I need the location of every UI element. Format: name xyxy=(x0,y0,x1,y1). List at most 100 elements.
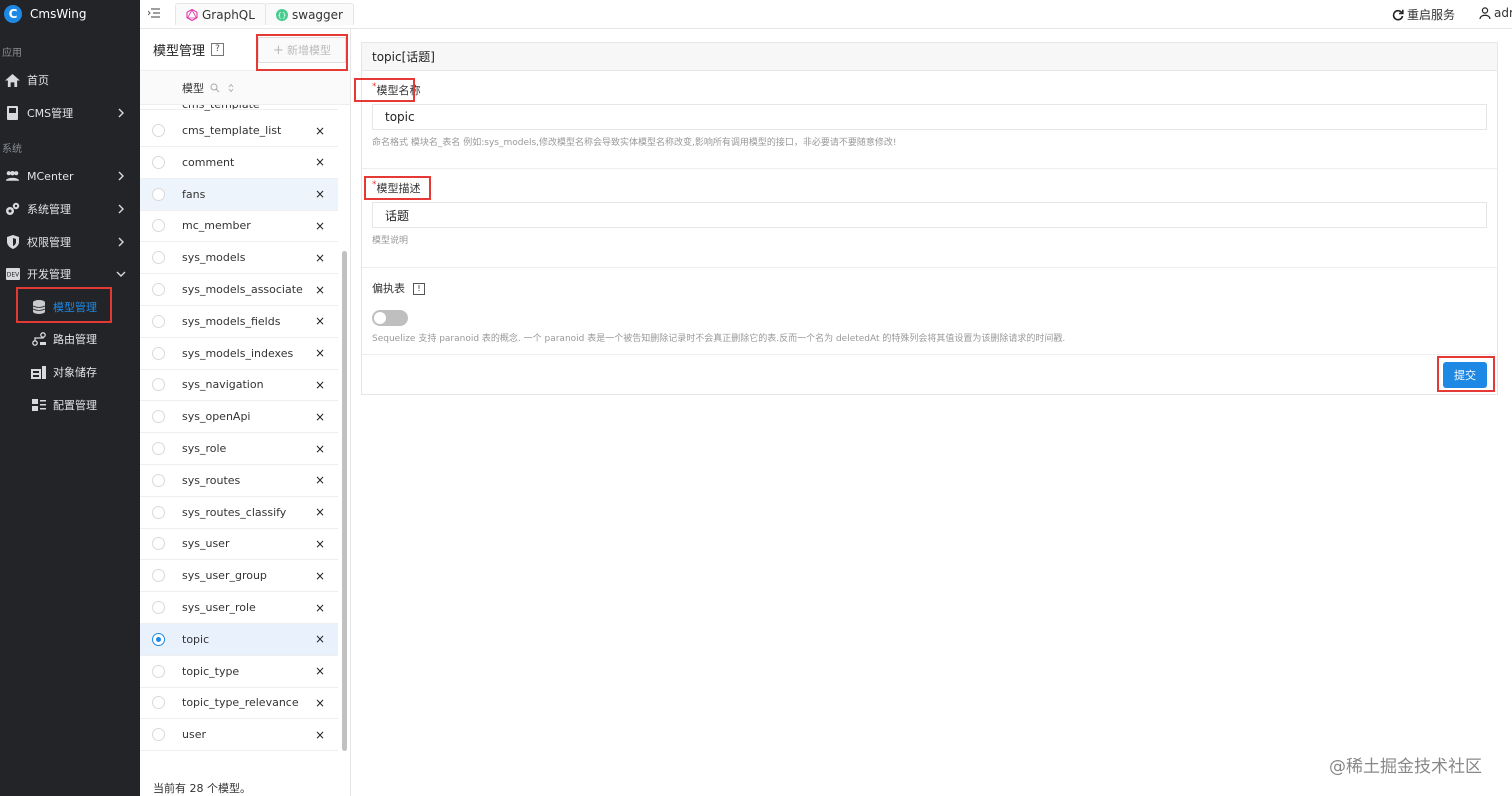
table-row[interactable]: topic × xyxy=(140,623,338,656)
delete-icon[interactable]: × xyxy=(315,696,325,710)
delete-icon[interactable]: × xyxy=(315,251,325,265)
row-radio[interactable] xyxy=(152,378,165,392)
row-radio[interactable] xyxy=(152,664,165,678)
table-row[interactable]: topic_type × xyxy=(140,656,338,688)
row-name: cms_template_list xyxy=(182,124,282,137)
sidebar-item-cms[interactable]: CMS管理 xyxy=(0,98,140,128)
row-radio[interactable] xyxy=(152,473,165,487)
delete-icon[interactable]: × xyxy=(315,283,325,297)
scrollbar[interactable] xyxy=(342,251,347,751)
sidebar-item-mcenter[interactable]: MCenter xyxy=(0,161,140,191)
delete-icon[interactable]: × xyxy=(315,473,325,487)
book-icon xyxy=(5,106,20,121)
table-row[interactable]: sys_role × xyxy=(140,433,338,465)
row-radio[interactable] xyxy=(152,314,165,328)
brand[interactable]: C CmsWing xyxy=(0,0,140,28)
search-icon[interactable] xyxy=(210,83,220,93)
table-row[interactable]: fans × xyxy=(140,178,338,211)
table-row[interactable]: cms_template_list × xyxy=(140,115,338,147)
delete-icon[interactable]: × xyxy=(315,632,325,646)
table-row[interactable]: comment × xyxy=(140,147,338,179)
row-name: sys_routes xyxy=(182,473,241,487)
row-radio[interactable] xyxy=(152,219,165,233)
delete-icon[interactable]: × xyxy=(315,219,325,233)
delete-icon[interactable]: × xyxy=(315,124,325,138)
row-radio[interactable] xyxy=(152,410,165,424)
table-row[interactable]: sys_navigation × xyxy=(140,369,338,402)
table-row[interactable]: sys_models × xyxy=(140,242,338,275)
row-divider xyxy=(140,109,338,110)
row-radio[interactable] xyxy=(152,569,165,583)
delete-icon[interactable]: × xyxy=(315,410,325,424)
sidebar-item-permission[interactable]: 权限管理 xyxy=(0,227,140,257)
row-name: topic_type xyxy=(182,664,240,678)
table-row[interactable]: sys_models_associate × xyxy=(140,274,338,306)
table-row[interactable]: sys_user × xyxy=(140,528,338,561)
delete-icon[interactable]: × xyxy=(315,346,325,360)
model-name-input[interactable]: topic xyxy=(372,104,1487,130)
row-radio[interactable] xyxy=(152,251,165,265)
row-radio[interactable] xyxy=(152,537,165,551)
delete-icon[interactable]: × xyxy=(315,664,325,678)
info-icon[interactable]: ! xyxy=(413,283,425,295)
table-row[interactable]: topic_type_relevance × xyxy=(140,687,338,720)
tab-label: swagger xyxy=(292,7,343,22)
svg-text:{}: {} xyxy=(278,11,287,19)
sidebar: C CmsWing 应用 首页 CMS管理 系统 MCenter 系统管理 权限… xyxy=(0,0,140,796)
table-row[interactable]: sys_user_group × xyxy=(140,560,338,593)
tab-swagger[interactable]: {} swagger xyxy=(265,3,354,25)
row-radio[interactable] xyxy=(152,346,165,360)
sidebar-item-storage[interactable]: 对象储存 xyxy=(0,357,140,387)
shield-icon xyxy=(5,235,20,250)
delete-icon[interactable]: × xyxy=(315,601,325,615)
row-radio[interactable] xyxy=(152,155,165,169)
row-radio[interactable] xyxy=(152,283,165,296)
row-radio[interactable] xyxy=(152,442,165,455)
sidebar-item-dev[interactable]: DEV 开发管理 xyxy=(0,259,140,289)
paranoid-label-text: 偏执表 xyxy=(372,282,405,295)
row-radio[interactable] xyxy=(152,601,165,614)
paranoid-hint: Sequelize 支持 paranoid 表的概念. 一个 paranoid … xyxy=(372,334,1066,344)
model-desc-input[interactable]: 话题 xyxy=(372,202,1487,228)
delete-icon[interactable]: × xyxy=(315,537,325,551)
row-name: sys_user_role xyxy=(182,601,256,614)
sidebar-item-config[interactable]: 配置管理 xyxy=(0,390,140,420)
table-row[interactable]: sys_openApi × xyxy=(140,401,338,434)
delete-icon[interactable]: × xyxy=(315,442,325,456)
tab-graphql[interactable]: GraphQL xyxy=(175,3,266,25)
table-row[interactable]: sys_user_role × xyxy=(140,592,338,624)
sidebar-item-system[interactable]: 系统管理 xyxy=(0,194,140,224)
row-radio[interactable] xyxy=(152,632,165,646)
delete-icon[interactable]: × xyxy=(315,505,325,519)
delete-icon[interactable]: × xyxy=(315,569,325,583)
row-radio[interactable] xyxy=(152,728,165,742)
row-radio[interactable] xyxy=(152,187,165,201)
table-row[interactable]: sys_routes × xyxy=(140,465,338,497)
sidebar-item-routes[interactable]: 路由管理 xyxy=(0,324,140,354)
table-row[interactable]: sys_models_indexes × xyxy=(140,338,338,370)
row-name: topic xyxy=(182,632,210,646)
user-menu[interactable]: adm xyxy=(1479,6,1512,20)
paranoid-toggle[interactable] xyxy=(372,310,408,326)
table-row[interactable]: user × xyxy=(140,719,338,752)
cogs-icon xyxy=(5,202,20,217)
menu-toggle-icon[interactable] xyxy=(148,7,160,19)
restart-service-button[interactable]: 重启服务 xyxy=(1392,6,1455,23)
sidebar-item-home[interactable]: 首页 xyxy=(0,65,140,95)
table-row[interactable]: mc_member × xyxy=(140,210,338,243)
sort-icon[interactable] xyxy=(226,83,236,93)
panel-title: 模型管理 xyxy=(153,44,206,59)
chevron-right-icon xyxy=(118,108,124,118)
delete-icon[interactable]: × xyxy=(315,378,325,392)
sidebar-item-label: MCenter xyxy=(27,169,74,183)
delete-icon[interactable]: × xyxy=(315,728,325,742)
row-radio[interactable] xyxy=(152,124,165,137)
delete-icon[interactable]: × xyxy=(315,187,325,201)
table-row[interactable]: sys_models_fields × xyxy=(140,306,338,338)
table-row[interactable]: sys_routes_classify × xyxy=(140,497,338,529)
row-radio[interactable] xyxy=(152,505,165,519)
question-icon[interactable]: ? xyxy=(211,43,225,56)
delete-icon[interactable]: × xyxy=(315,155,325,169)
row-radio[interactable] xyxy=(152,696,165,710)
delete-icon[interactable]: × xyxy=(315,314,325,328)
